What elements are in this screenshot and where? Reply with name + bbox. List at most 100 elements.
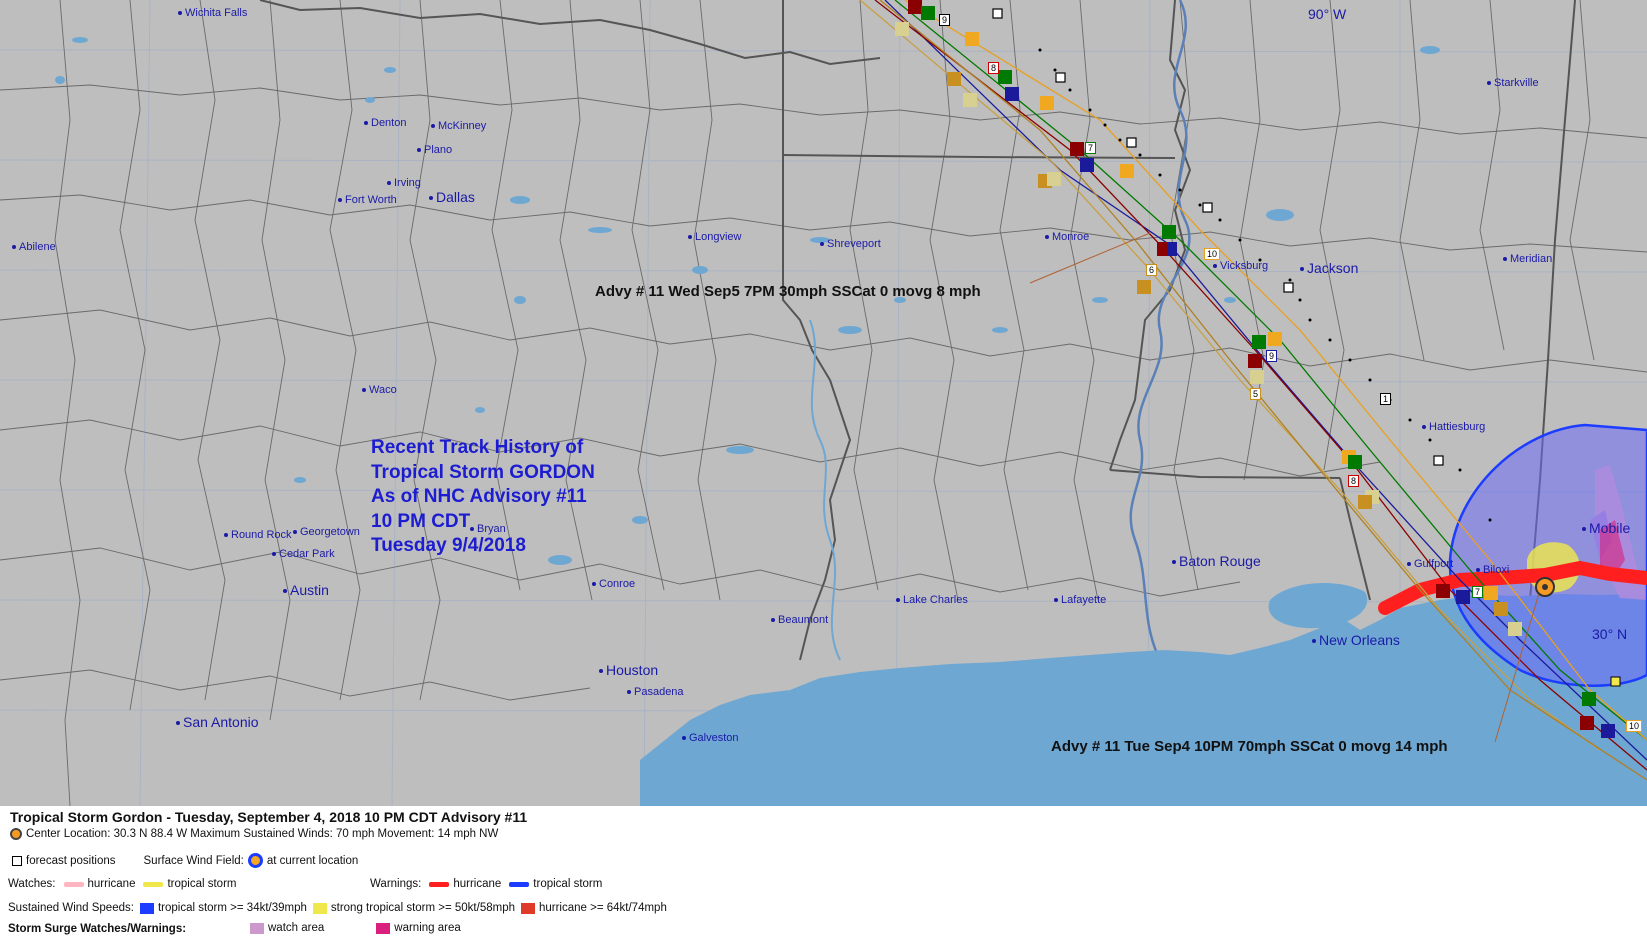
city-label: Georgetown	[293, 526, 360, 538]
city-dot	[293, 530, 297, 535]
hurricane-watch-swatch	[63, 881, 84, 887]
city-name: Jackson	[1307, 260, 1359, 276]
sts-wind-text: strong tropical storm >= 50kt/58mph	[330, 902, 515, 914]
city-name: New Orleans	[1319, 632, 1400, 648]
city-dot	[1503, 257, 1507, 262]
city-dot	[338, 198, 342, 203]
legend-title: Tropical Storm Gordon - Tuesday, Septemb…	[10, 809, 528, 825]
track-point-label: 6	[1146, 264, 1158, 276]
forecast-square-icon	[12, 855, 22, 866]
city-dot	[599, 669, 603, 674]
surge-warning-text: warning area	[394, 922, 461, 934]
legend-watches-row: Watches: hurricane tropical storm	[8, 878, 237, 890]
history-line: As of NHC Advisory #11	[371, 486, 587, 507]
city-dot	[364, 121, 368, 126]
city-dot	[682, 736, 686, 741]
city-label: Biloxi	[1476, 564, 1509, 576]
track-point-label: 9	[939, 14, 951, 26]
advisory-label-forecast: Advy # 11 Wed Sep5 7PM 30mph SSCat 0 mov…	[595, 283, 981, 300]
legend-surge-row: watch area warning area	[244, 922, 461, 934]
city-dot	[1045, 235, 1049, 240]
city-dot	[1054, 598, 1058, 603]
hurricane-warning-swatch	[429, 881, 450, 887]
city-label: Wichita Falls	[178, 7, 247, 19]
city-dot	[362, 388, 366, 393]
legend-center-row: Center Location: 30.3 N 88.4 W Maximum S…	[10, 828, 498, 840]
city-label: Meridian	[1503, 253, 1552, 265]
city-label: Gulfport	[1407, 558, 1453, 570]
history-line: Tuesday 9/4/2018	[371, 535, 526, 556]
city-dot	[283, 589, 287, 594]
city-label: Beaumont	[771, 614, 828, 626]
watches-label: Watches:	[8, 878, 56, 890]
city-label: Dallas	[429, 189, 475, 205]
city-label: Monroe	[1045, 231, 1089, 243]
ts-warning-text: tropical storm	[533, 878, 603, 890]
city-label: McKinney	[431, 120, 486, 132]
city-name: Wichita Falls	[185, 7, 248, 19]
ts-warning-swatch	[509, 881, 530, 887]
legend-warnings-row: Warnings: hurricane tropical storm	[370, 878, 602, 890]
hurricane-warning-text: hurricane	[453, 878, 502, 890]
city-name: Lafayette	[1061, 594, 1107, 606]
city-name: Pasadena	[634, 686, 684, 698]
city-dot	[1300, 267, 1304, 272]
city-name: Denton	[371, 117, 407, 129]
city-label: Austin	[283, 582, 329, 598]
track-point-label: 10	[1204, 248, 1221, 260]
surge-watch-swatch	[250, 922, 264, 934]
city-label: Vicksburg	[1213, 260, 1268, 272]
ts-wind-swatch	[139, 902, 154, 914]
forecast-positions-text: forecast positions	[26, 854, 116, 867]
city-label: Abilene	[12, 241, 56, 253]
ts-wind-text: tropical storm >= 34kt/39mph	[157, 902, 307, 914]
city-dot	[1422, 425, 1426, 430]
city-label: Longview	[688, 231, 741, 243]
city-name: Beaumont	[778, 614, 829, 626]
track-point-label: 7	[1085, 142, 1097, 154]
storm-center-icon	[10, 828, 22, 840]
city-name: Monroe	[1052, 231, 1090, 243]
city-name: Dallas	[436, 189, 475, 205]
city-label: San Antonio	[176, 714, 259, 730]
hurricane-wind-swatch	[520, 902, 535, 914]
city-name: Starkville	[1494, 77, 1539, 89]
city-name: Houston	[606, 662, 659, 678]
city-dot	[176, 721, 180, 726]
legend-panel: Tropical Storm Gordon - Tuesday, Septemb…	[0, 806, 1647, 940]
city-dot	[429, 196, 433, 201]
track-history-title: Recent Track History of Tropical Storm G…	[371, 436, 595, 559]
city-label: Fort Worth	[338, 194, 397, 206]
city-name: Fort Worth	[345, 194, 397, 206]
city-name: Abilene	[19, 241, 56, 253]
surge-warning-swatch	[376, 922, 391, 934]
city-name: Conroe	[599, 578, 636, 590]
city-label: Houston	[599, 662, 658, 678]
city-label: Conroe	[592, 578, 635, 590]
city-name: Vicksburg	[1220, 260, 1269, 272]
city-dot	[178, 11, 182, 16]
city-label: New Orleans	[1312, 632, 1400, 648]
warnings-label: Warnings:	[370, 878, 422, 890]
city-label: Lake Charles	[896, 594, 968, 606]
city-dot	[224, 533, 228, 538]
track-point-label: 8	[1348, 475, 1360, 487]
city-name: San Antonio	[183, 714, 259, 730]
city-label: Plano	[417, 144, 452, 156]
city-dot	[771, 618, 775, 623]
city-name: Gulfport	[1414, 558, 1454, 570]
city-name: Cedar Park	[279, 548, 335, 560]
city-label: Denton	[364, 117, 406, 129]
track-point-label: 10	[1626, 720, 1643, 732]
ts-watch-text: tropical storm	[167, 878, 237, 890]
city-name: Lake Charles	[903, 594, 968, 606]
city-label: Galveston	[682, 732, 739, 744]
city-dot	[272, 552, 276, 557]
city-name: McKinney	[438, 120, 487, 132]
hurricane-wind-text: hurricane >= 64kt/74mph	[538, 902, 667, 914]
city-name: Round Rock	[231, 529, 292, 541]
city-name: Longview	[695, 231, 742, 243]
city-dot	[592, 582, 596, 587]
wind-field-ring-icon	[247, 853, 263, 868]
city-dot	[1213, 264, 1217, 269]
